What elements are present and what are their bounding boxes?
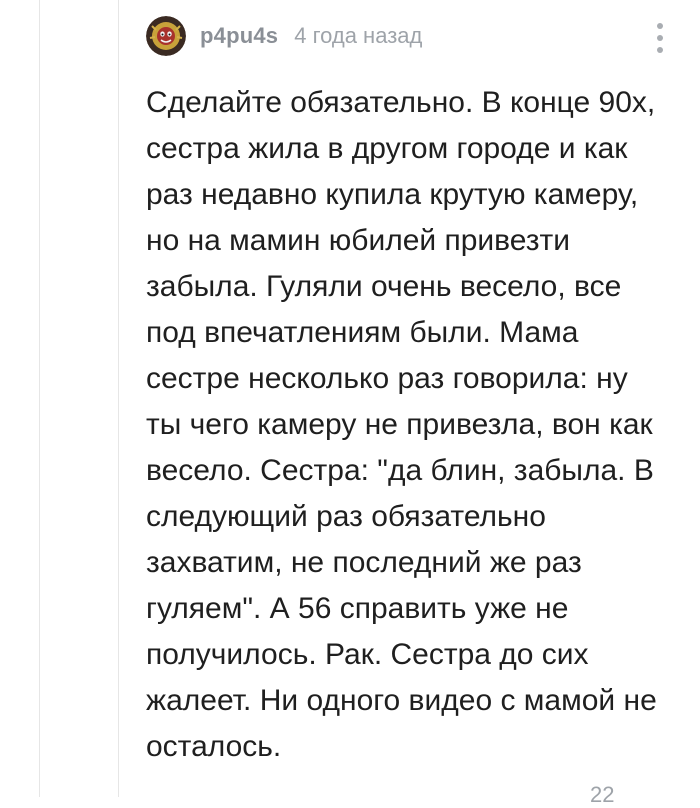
comment: p4pu4s 4 года назад Сделайте обязательно… [146, 14, 686, 770]
avatar[interactable] [146, 16, 186, 56]
comment-header: p4pu4s 4 года назад [146, 14, 686, 58]
more-options-button[interactable] [650, 18, 670, 58]
avatar-image [146, 16, 186, 56]
partial-counter: 22 [590, 782, 615, 807]
thread-line-outer [39, 0, 40, 797]
vertical-dots-icon [657, 23, 663, 29]
username[interactable]: p4pu4s [200, 23, 278, 49]
comment-text: Сделайте обязательно. В конце 90х, сестр… [146, 86, 657, 763]
timestamp[interactable]: 4 года назад [294, 23, 422, 49]
thread-line-inner[interactable] [118, 0, 119, 797]
